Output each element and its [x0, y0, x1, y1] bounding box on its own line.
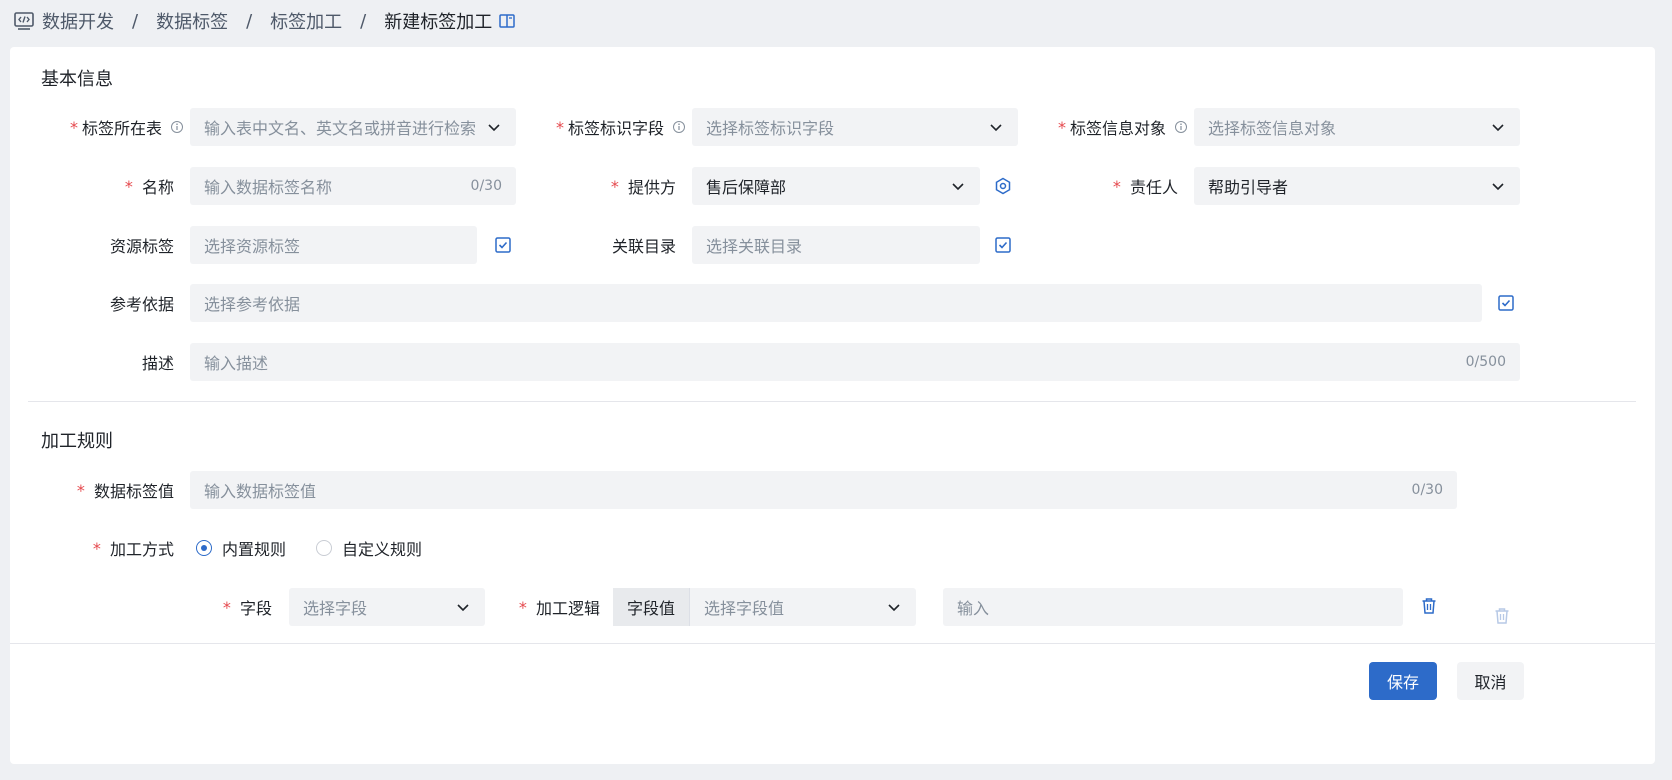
- breadcrumb-item-data-tag[interactable]: 数据标签: [156, 8, 228, 34]
- radio-button[interactable]: [196, 540, 212, 556]
- field-label: * 字段: [222, 597, 272, 619]
- logic-value-input[interactable]: 输入: [943, 588, 1403, 626]
- info-object-select[interactable]: 选择标签信息对象: [1194, 108, 1520, 146]
- cancel-button[interactable]: 取消: [1457, 662, 1524, 700]
- chevron-down-icon: [950, 178, 966, 194]
- resource-tag-select[interactable]: 选择资源标签: [190, 226, 477, 264]
- radio-custom-rule[interactable]: 自定义规则: [316, 536, 422, 560]
- info-icon[interactable]: [1174, 120, 1188, 134]
- info-icon[interactable]: [672, 120, 686, 134]
- settings-ring-icon[interactable]: [994, 177, 1012, 195]
- description-label: 描述: [141, 354, 174, 373]
- logic-prefix: 字段值: [613, 588, 691, 626]
- delete-disabled-icon: [1493, 607, 1511, 625]
- section-title-basic: 基本信息: [41, 69, 113, 90]
- breadcrumb-separator: /: [360, 10, 367, 32]
- name-char-count: 0/30: [470, 178, 502, 194]
- logic-select[interactable]: 字段值 选择字段值: [613, 588, 916, 626]
- owner-select[interactable]: 帮助引导者: [1194, 167, 1520, 205]
- description-char-count: 0/500: [1465, 354, 1506, 370]
- scrollbar[interactable]: [1660, 0, 1672, 780]
- breadcrumb-separator: /: [132, 10, 139, 32]
- info-object-label: * 标签信息对象: [1032, 108, 1188, 146]
- table-label: * 标签所在表: [50, 108, 184, 146]
- info-icon[interactable]: [170, 120, 184, 134]
- field-select[interactable]: 选择字段: [289, 588, 485, 626]
- chevron-down-icon: [455, 599, 471, 615]
- help-book-icon[interactable]: [498, 12, 516, 30]
- id-field-select[interactable]: 选择标签标识字段: [692, 108, 1018, 146]
- reference-label: 参考依据: [109, 295, 174, 314]
- chevron-down-icon: [1490, 119, 1506, 135]
- related-catalog-label: 关联目录: [611, 237, 676, 256]
- breadcrumb: 数据开发 / 数据标签 / 标签加工 / 新建标签加工: [14, 8, 516, 34]
- save-button[interactable]: 保存: [1369, 662, 1437, 700]
- chevron-down-icon: [486, 119, 502, 135]
- tag-value-input[interactable]: 输入数据标签值 0/30: [190, 471, 1457, 509]
- owner-label: * 责任人: [1112, 176, 1178, 198]
- provider-select[interactable]: 售后保障部: [692, 167, 980, 205]
- breadcrumb-item-current: 新建标签加工: [384, 12, 493, 33]
- table-select[interactable]: 输入表中文名、英文名或拼音进行检索: [190, 108, 516, 146]
- delete-icon[interactable]: [1420, 597, 1438, 615]
- resource-tag-label: 资源标签: [109, 237, 174, 256]
- section-title-rules: 加工规则: [41, 431, 113, 452]
- chevron-down-icon: [886, 599, 902, 615]
- radio-builtin-rule[interactable]: 内置规则: [196, 536, 286, 560]
- logic-label: * 加工逻辑: [518, 597, 600, 619]
- footer-divider: [10, 643, 1655, 644]
- method-label: * 加工方式: [92, 538, 174, 560]
- chevron-down-icon: [988, 119, 1004, 135]
- select-checkbox-icon[interactable]: [1497, 294, 1515, 312]
- form-panel: 基本信息 * 标签所在表 输入表中文名、英文名或拼音进行检索 * 标签标识字段 选择…: [10, 47, 1655, 764]
- name-label: * 名称: [124, 176, 174, 198]
- code-window-icon: [14, 12, 34, 30]
- section-divider: [28, 401, 1636, 402]
- radio-button[interactable]: [316, 540, 333, 556]
- provider-label: * 提供方: [610, 176, 676, 198]
- name-input[interactable]: 输入数据标签名称 0/30: [190, 167, 516, 205]
- breadcrumb-item-tag-process[interactable]: 标签加工: [270, 8, 342, 34]
- select-checkbox-icon[interactable]: [494, 236, 512, 254]
- tag-value-label: * 数据标签值: [76, 480, 174, 502]
- breadcrumb-separator: /: [246, 10, 253, 32]
- method-radio-group: 内置规则 自定义规则: [196, 529, 452, 567]
- breadcrumb-item-data-dev[interactable]: 数据开发: [42, 8, 114, 34]
- tag-value-char-count: 0/30: [1411, 482, 1443, 498]
- id-field-label: * 标签标识字段: [530, 108, 686, 146]
- related-catalog-select[interactable]: 选择关联目录: [692, 226, 980, 264]
- description-textarea[interactable]: 输入描述 0/500: [190, 343, 1520, 381]
- select-checkbox-icon[interactable]: [994, 236, 1012, 254]
- reference-select[interactable]: 选择参考依据: [190, 284, 1482, 322]
- chevron-down-icon: [1490, 178, 1506, 194]
